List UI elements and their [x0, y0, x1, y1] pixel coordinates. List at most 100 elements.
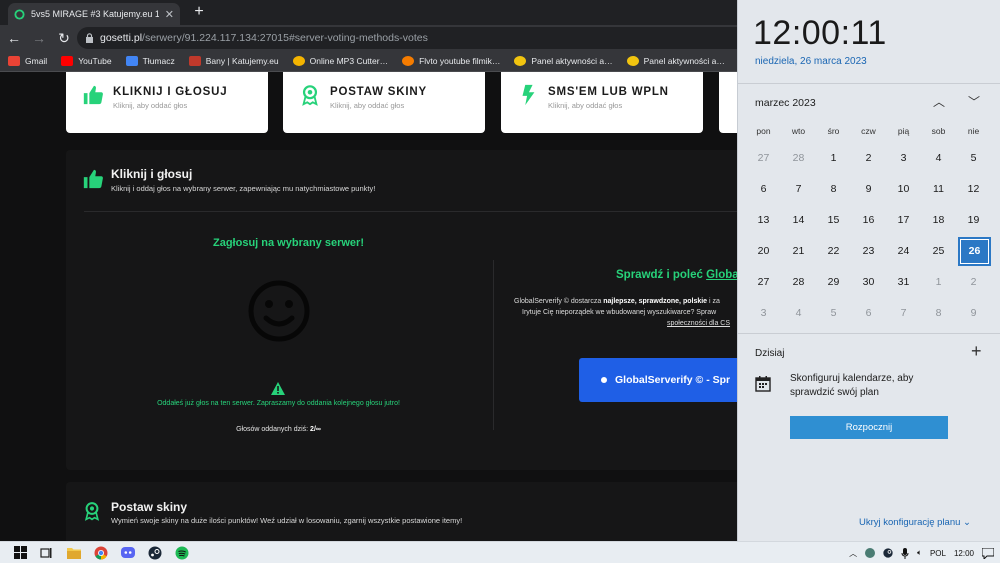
calendar-day[interactable]: 7	[781, 174, 816, 205]
card-sms-subtitle: Kliknij, aby oddać głos	[548, 101, 623, 110]
start-button[interactable]: Rozpocznij	[790, 416, 948, 439]
calendar-day[interactable]: 1	[921, 267, 956, 298]
bookmark-flvto[interactable]: Flvto youtube filmik…	[402, 56, 500, 66]
calendar-day[interactable]: 21	[781, 236, 816, 267]
language-indicator[interactable]: POL	[930, 549, 946, 558]
weekday-label: pią	[897, 126, 910, 136]
chevron-down-icon[interactable]: ﹀	[966, 94, 982, 110]
calendar-day[interactable]: 17	[886, 205, 921, 236]
divider	[738, 333, 1000, 334]
panel-icon	[514, 56, 527, 66]
steam-tray-icon[interactable]	[883, 548, 893, 558]
address-bar[interactable]: gosetti.pl/serwery/91.224.117.134:27015#…	[77, 27, 777, 49]
task-view-icon[interactable]	[40, 546, 54, 560]
url-host: gosetti.pl	[100, 32, 143, 44]
calendar-month[interactable]: marzec 2023	[755, 97, 816, 109]
bookmark-gmail[interactable]: Gmail	[8, 56, 47, 66]
calendar-day[interactable]: 19	[956, 205, 991, 236]
discord-icon[interactable]	[121, 546, 135, 560]
calendar-day[interactable]: 3	[746, 298, 781, 329]
calendar-day[interactable]: 28	[781, 267, 816, 298]
community-link[interactable]: społeczności dla CS	[667, 320, 730, 327]
calendar-day[interactable]: 6	[851, 298, 886, 329]
bookmark-mp3-cutter[interactable]: Online MP3 Cutter…	[292, 56, 388, 66]
spotify-icon[interactable]	[175, 546, 189, 560]
calendar-setup-text: Skonfiguruj kalendarze, aby sprawdzić sw…	[790, 373, 914, 398]
bookmark-panel-1[interactable]: Panel aktywności a…	[514, 56, 613, 66]
card-sms-title: SMS'EM LUB WPLN	[548, 86, 669, 98]
calendar-day[interactable]: 18	[921, 205, 956, 236]
taskbar-clock[interactable]: 12:00	[954, 549, 974, 558]
calendar-day[interactable]: 1	[816, 143, 851, 174]
chevron-up-icon[interactable]: ︿	[849, 548, 857, 559]
mp3-cutter-icon	[292, 56, 305, 66]
calendar-day[interactable]: 11	[921, 174, 956, 205]
bookmark-bans[interactable]: Bany | Katujemy.eu	[188, 56, 279, 66]
calendar-day[interactable]: 16	[851, 205, 886, 236]
calendar-day[interactable]: 29	[816, 267, 851, 298]
calendar-day[interactable]: 6	[746, 174, 781, 205]
skins-panel-title: Postaw skiny	[111, 500, 188, 514]
translate-icon	[125, 56, 138, 66]
chrome-icon[interactable]	[94, 546, 108, 560]
reload-icon[interactable]: ↻	[53, 27, 75, 49]
flyout-date[interactable]: niedziela, 26 marca 2023	[755, 56, 867, 67]
back-icon[interactable]: ←	[3, 27, 25, 49]
browser-tab[interactable]: 5vs5 MIRAGE #3 Katujemy.eu 12… ✕	[8, 3, 180, 25]
add-event-icon[interactable]: +	[971, 341, 982, 362]
calendar-day[interactable]: 3	[886, 143, 921, 174]
calendar-day[interactable]: 4	[921, 143, 956, 174]
new-tab-icon[interactable]: +	[190, 3, 208, 21]
microphone-icon[interactable]	[901, 547, 909, 559]
calendar-day[interactable]: 28	[781, 143, 816, 174]
forward-icon[interactable]: →	[28, 27, 50, 49]
calendar-day-today[interactable]: 26	[958, 237, 991, 266]
calendar-day[interactable]: 10	[886, 174, 921, 205]
windows-start-icon[interactable]	[13, 546, 27, 560]
status-circle-icon[interactable]	[865, 548, 876, 558]
taskbar: ︿ 🔈︎ POL 12:00	[0, 541, 1000, 563]
calendar-day[interactable]: 27	[746, 267, 781, 298]
calendar-day[interactable]: 8	[816, 174, 851, 205]
calendar-day[interactable]: 8	[921, 298, 956, 329]
steam-icon[interactable]	[148, 546, 162, 560]
vote-panel-subtitle: Kliknij i oddaj głos na wybrany serwer, …	[111, 184, 376, 193]
calendar-day[interactable]: 23	[851, 236, 886, 267]
calendar-day[interactable]: 4	[781, 298, 816, 329]
calendar-day[interactable]: 5	[956, 143, 991, 174]
calendar-day[interactable]: 24	[886, 236, 921, 267]
calendar-day[interactable]: 15	[816, 205, 851, 236]
bookmark-panel-2[interactable]: Panel aktywności a…	[626, 56, 725, 66]
tab-close-icon[interactable]: ✕	[165, 8, 174, 21]
calendar-day[interactable]: 12	[956, 174, 991, 205]
speaker-icon[interactable]: 🔈︎	[917, 548, 922, 558]
bookmark-translate[interactable]: Tłumacz	[125, 56, 175, 66]
calendar-day[interactable]: 13	[746, 205, 781, 236]
calendar-day[interactable]: 9	[851, 174, 886, 205]
calendar-day[interactable]: 25	[921, 236, 956, 267]
card-vote[interactable]: KLIKNIJ I GŁOSUJ Kliknij, aby oddać głos	[66, 72, 268, 133]
calendar-day[interactable]: 2	[956, 267, 991, 298]
url-path: /serwery/91.224.117.134:27015#server-vot…	[142, 32, 428, 44]
calendar-day[interactable]: 20	[746, 236, 781, 267]
calendar-day[interactable]: 9	[956, 298, 991, 329]
calendar-day[interactable]: 14	[781, 205, 816, 236]
calendar-day[interactable]: 7	[886, 298, 921, 329]
tab-title: 5vs5 MIRAGE #3 Katujemy.eu 12…	[31, 9, 159, 19]
calendar-day[interactable]: 31	[886, 267, 921, 298]
bookmark-youtube[interactable]: YouTube	[61, 56, 112, 66]
file-explorer-icon[interactable]	[67, 546, 81, 560]
hide-plan-link[interactable]: Ukryj konfigurację planu ⌄	[859, 517, 971, 528]
calendar-day[interactable]: 2	[851, 143, 886, 174]
calendar-day[interactable]: 30	[851, 267, 886, 298]
card-sms[interactable]: SMS'EM LUB WPLN Kliknij, aby oddać głos	[501, 72, 703, 133]
chevron-up-icon[interactable]: ︿	[931, 94, 947, 110]
calendar-day[interactable]: 5	[816, 298, 851, 329]
award-icon	[84, 502, 100, 521]
calendar-day[interactable]: 27	[746, 143, 781, 174]
card-vote-title: KLIKNIJ I GŁOSUJ	[113, 86, 228, 98]
card-skins[interactable]: POSTAW SKINY Kliknij, aby oddać głos	[283, 72, 485, 133]
calendar-day[interactable]: 22	[816, 236, 851, 267]
notification-icon[interactable]	[982, 547, 994, 559]
card-vote-subtitle: Kliknij, aby oddać głos	[113, 101, 188, 110]
